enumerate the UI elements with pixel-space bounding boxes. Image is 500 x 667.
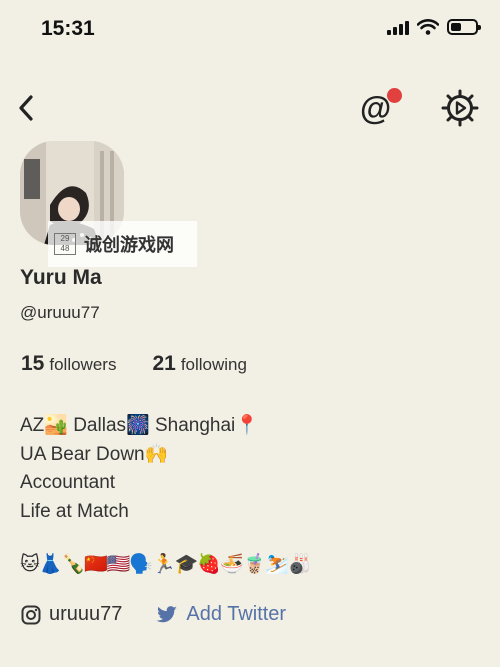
mentions-button[interactable]: @ <box>360 88 402 128</box>
cellular-signal-icon <box>387 19 409 35</box>
watermark: 29 48 诚创游戏网 <box>48 221 197 267</box>
settings-button[interactable] <box>440 88 480 128</box>
status-icons <box>387 19 481 35</box>
bio-line: Life at Match <box>20 500 129 522</box>
watermark-text: 诚创游戏网 <box>84 235 174 255</box>
watermark-logo: 29 48 <box>54 233 76 255</box>
emoji-row: 🐱👗🍾🇨🇳🇺🇸🗣️🏃🎓🍓🍜🧋⛷️🎳 <box>20 554 312 575</box>
follow-stats: 15 followers 21 following <box>21 352 247 376</box>
followers-stat[interactable]: 15 followers <box>21 352 116 376</box>
followers-count: 15 <box>21 352 45 375</box>
bio-line: AZ🏜️ Dallas🎆 Shanghai📍 <box>20 415 259 436</box>
social-links: uruuu77 Add Twitter <box>21 603 286 626</box>
battery-icon <box>447 19 481 35</box>
followers-label: followers <box>49 355 117 374</box>
back-button[interactable] <box>8 88 44 128</box>
following-label: following <box>180 355 247 374</box>
status-bar: 15:31 <box>0 0 500 58</box>
bio-line: Accountant <box>20 472 116 493</box>
username-handle: @uruuu77 <box>20 303 100 322</box>
instagram-icon <box>21 605 41 624</box>
following-count: 21 <box>152 352 176 375</box>
wifi-icon <box>417 19 439 35</box>
instagram-link[interactable]: uruuu77 <box>21 603 122 626</box>
bio: AZ🏜️ Dallas🎆 Shanghai📍 UA Bear Down🙌 Acc… <box>20 412 259 526</box>
status-time: 15:31 <box>41 17 95 40</box>
bio-line: UA Bear Down🙌 <box>20 443 169 465</box>
display-name: Yuru Ma <box>20 266 102 289</box>
instagram-handle: uruuu77 <box>49 603 123 625</box>
notification-dot <box>387 88 402 103</box>
following-stat[interactable]: 21 following <box>152 352 247 376</box>
add-twitter-label: Add Twitter <box>186 603 287 625</box>
add-twitter-button[interactable]: Add Twitter <box>156 603 286 626</box>
chevron-left-icon <box>19 95 33 121</box>
twitter-bird-icon <box>156 605 178 622</box>
gear-play-icon <box>441 89 479 127</box>
